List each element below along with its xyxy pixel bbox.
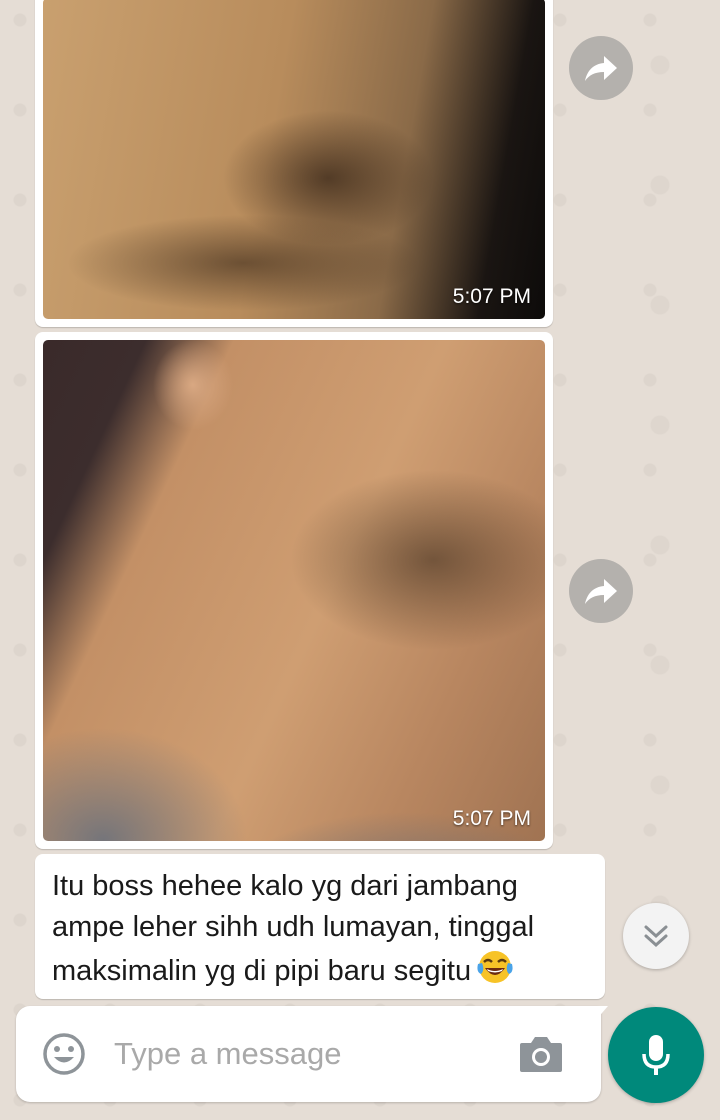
voice-message-button[interactable] — [608, 1007, 704, 1103]
image-message[interactable]: 5:07 PM — [35, 332, 553, 849]
forward-button[interactable] — [569, 36, 633, 100]
camera-button[interactable] — [518, 1034, 564, 1079]
image-message[interactable]: 5:07 PM — [35, 0, 553, 327]
emoji-button[interactable] — [42, 1032, 86, 1081]
message-line: Itu boss hehee kalo yg dari jambang — [52, 870, 518, 902]
message-line: maksimalin yg di pipi baru segitu — [52, 955, 472, 987]
message-timestamp: 5:07 PM — [452, 807, 531, 830]
message-input[interactable] — [112, 1028, 496, 1080]
scroll-to-bottom-button[interactable] — [623, 903, 689, 969]
smiley-icon — [43, 1033, 85, 1075]
chevron-double-down-icon — [644, 925, 668, 948]
tears-of-joy-emoji-icon — [475, 948, 515, 998]
text-message[interactable]: Itu boss hehee kalo yg dari jambang ampe… — [35, 854, 605, 999]
mic-icon — [642, 1035, 670, 1075]
chat-photo[interactable]: 5:07 PM — [43, 340, 545, 841]
composer-tail — [596, 1006, 608, 1020]
camera-icon — [520, 1037, 562, 1072]
message-line: ampe leher sihh udh lumayan, tinggal — [52, 911, 535, 943]
message-text: Itu boss hehee kalo yg dari jambang ampe… — [52, 866, 587, 998]
message-composer — [16, 1006, 601, 1102]
chat-photo[interactable]: 5:07 PM — [43, 0, 545, 319]
forward-icon — [585, 56, 617, 81]
forward-button[interactable] — [569, 559, 633, 623]
forward-icon — [585, 579, 617, 604]
message-timestamp: 5:07 PM — [452, 285, 531, 308]
